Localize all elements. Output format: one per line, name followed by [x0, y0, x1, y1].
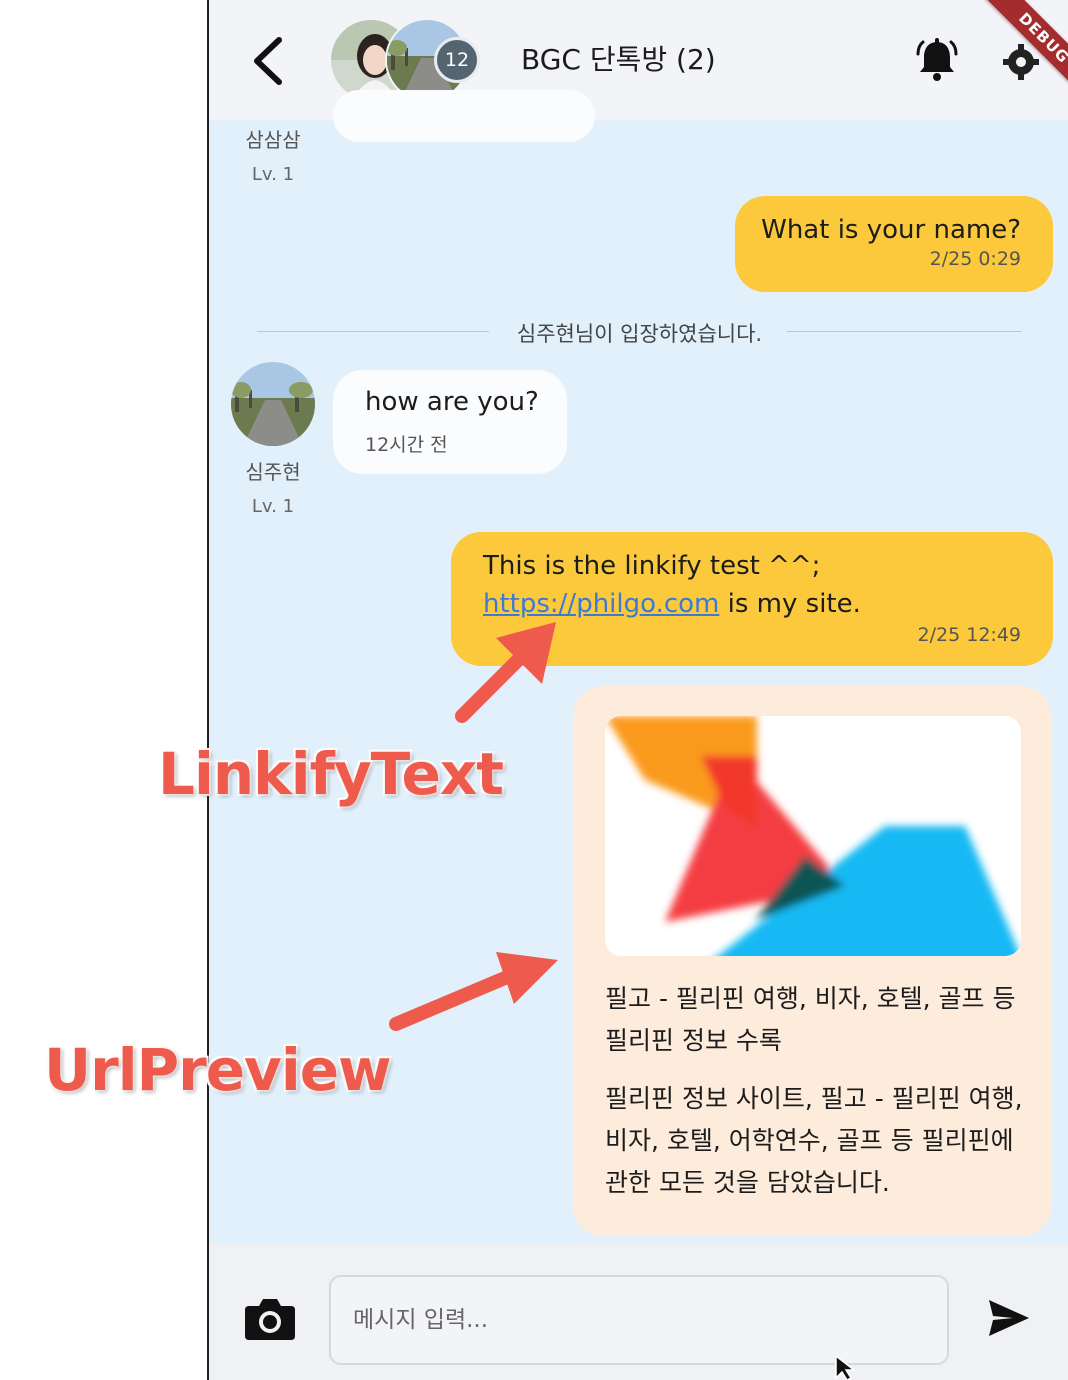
message-time: 2/25 12:49 — [917, 624, 1021, 646]
notice-container: 심주현님이 입장하였습니다. — [257, 318, 1022, 348]
message-text: how are you? — [365, 387, 539, 417]
annotation-urlpreview-label: UrlPreview — [44, 1036, 392, 1104]
message-text-after-link: is my site. — [719, 589, 861, 619]
message-bubble-outgoing-link: This is the linkify test ^^; https://phi… — [451, 532, 1053, 666]
message-bubble-incoming: how are you? 12시간 전 — [333, 370, 567, 474]
camera-icon[interactable] — [243, 1294, 297, 1342]
sender-name: 심주현 — [245, 460, 301, 484]
system-notice: 심주현님이 입장하였습니다. — [257, 316, 1022, 346]
sender-avatar[interactable] — [231, 362, 315, 446]
message-link[interactable]: https://philgo.com — [483, 589, 719, 619]
message-bubble-previous — [333, 90, 595, 142]
url-preview-image — [605, 716, 1021, 956]
member-count-badge: 12 — [434, 37, 480, 83]
chat-screen: 12 BGC 단톡방 (2) DEBUG 삼삼삼 Lv. 1 What is y… — [209, 0, 1068, 1380]
message-input[interactable] — [329, 1275, 949, 1365]
mouse-cursor-icon — [835, 1356, 857, 1380]
sender-level: Lv. 1 — [251, 164, 295, 185]
chat-room-title: BGC 단톡방 (2) — [521, 43, 716, 76]
notice-text: 심주현님이 입장하였습니다. — [500, 322, 779, 346]
sender-name: 삼삼삼 — [245, 128, 301, 152]
url-preview-card[interactable]: 필고 - 필리핀 여행, 비자, 호텔, 골프 등 필리핀 정보 수록 필리핀 … — [573, 686, 1051, 1236]
sender-level: Lv. 1 — [251, 496, 295, 517]
message-time: 12시간 전 — [365, 434, 448, 456]
back-icon[interactable] — [247, 34, 291, 88]
send-icon[interactable] — [987, 1296, 1031, 1340]
bell-icon[interactable] — [913, 36, 961, 84]
message-text: This is the linkify test ^^; — [483, 551, 821, 581]
annotation-linkify-label: LinkifyText — [158, 740, 504, 808]
message-time: 2/25 0:29 — [929, 248, 1021, 270]
message-text-line2: https://philgo.com is my site. — [483, 584, 861, 624]
url-preview-description: 필리핀 정보 사이트, 필고 - 필리핀 여행, 비자, 호텔, 어학연수, 골… — [605, 1084, 1023, 1197]
left-blank-area — [0, 0, 208, 1380]
message-text: What is your name? — [761, 215, 1021, 245]
url-preview-title: 필고 - 필리핀 여행, 비자, 호텔, 골프 등 필리핀 정보 수록 — [605, 984, 1016, 1055]
message-input-bar — [209, 1244, 1068, 1380]
message-bubble-outgoing: What is your name? 2/25 0:29 — [735, 196, 1053, 292]
